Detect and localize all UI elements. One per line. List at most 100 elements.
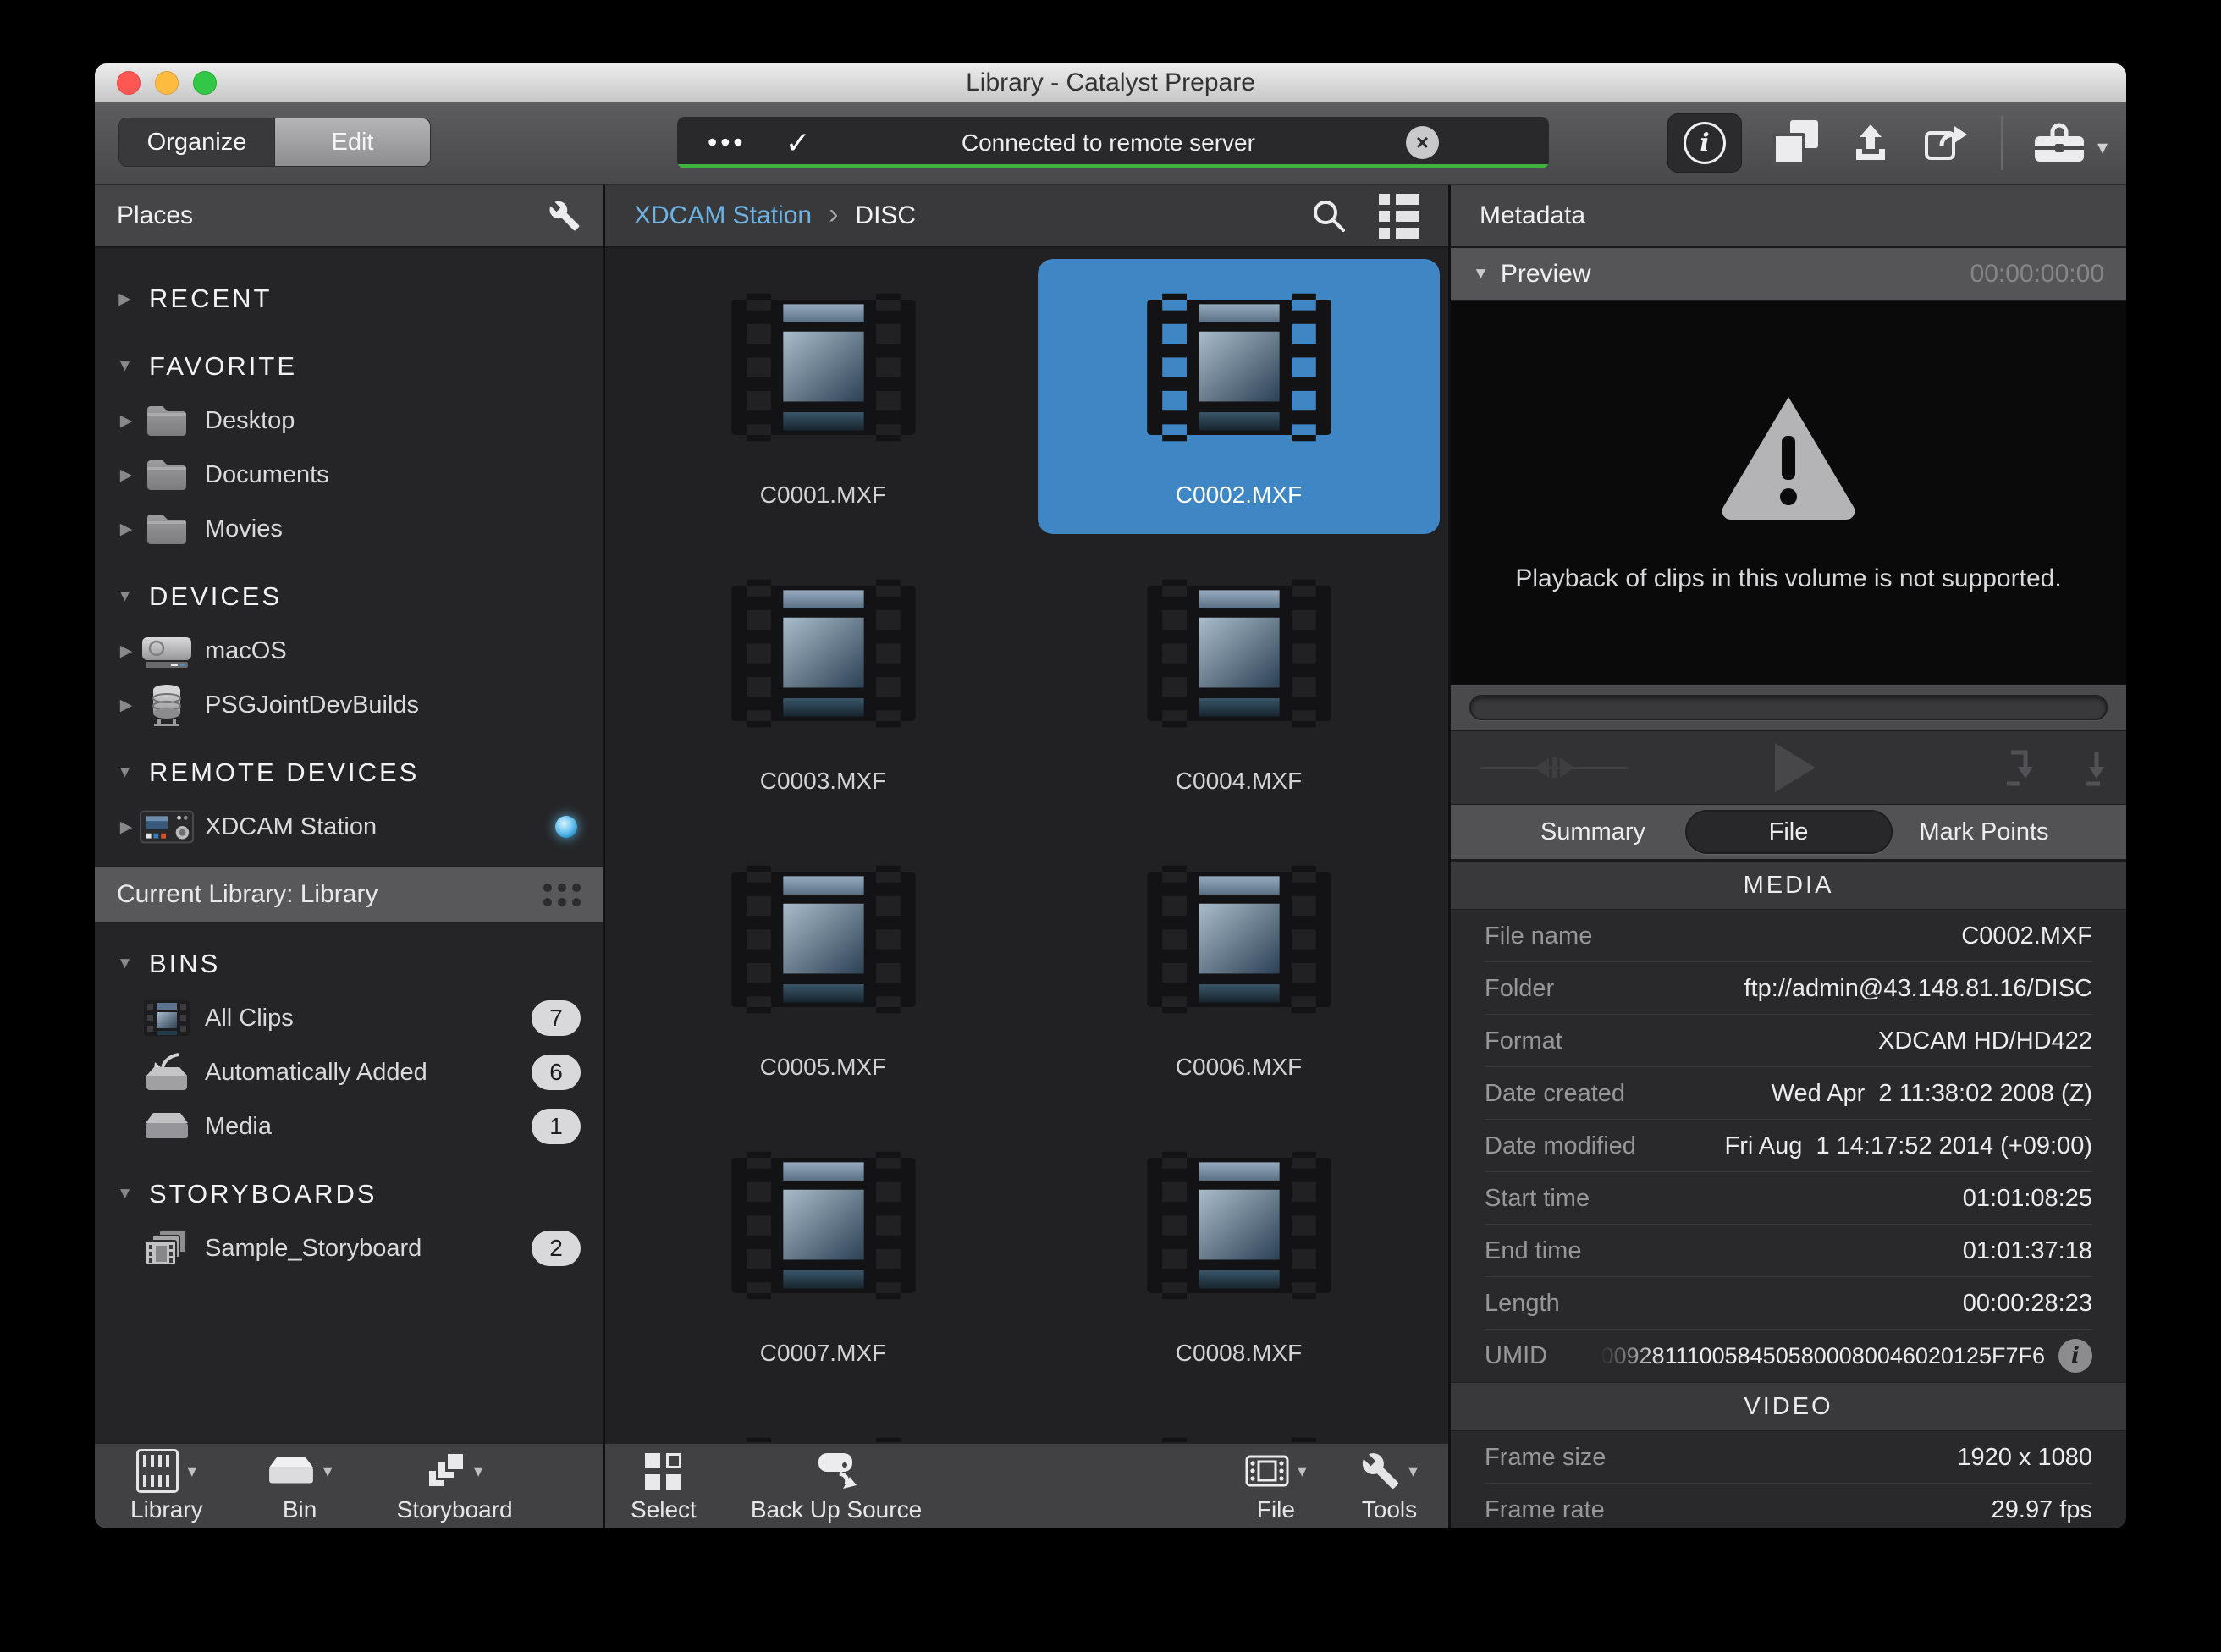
sidebar-section-favorite[interactable]: ▼ FAVORITE <box>95 339 603 394</box>
sidebar-item-macos[interactable]: ▶ macOS <box>95 624 603 678</box>
chevron-down-icon[interactable]: ▼ <box>113 357 139 376</box>
bin-dropdown-caret[interactable]: ▾ <box>323 1460 333 1482</box>
scrub-track[interactable] <box>1469 695 2108 720</box>
clip-tile-partial[interactable] <box>622 1403 1024 1442</box>
chevron-down-icon[interactable]: ▼ <box>113 1185 139 1203</box>
app-window: Library - Catalyst Prepare Organize Edit… <box>95 63 2126 1528</box>
chevron-down-icon[interactable]: ▼ <box>113 763 139 782</box>
clip-name: C0003.MXF <box>760 768 886 795</box>
clip-tile-partial[interactable] <box>1038 1403 1440 1442</box>
chevron-right-icon[interactable]: ▶ <box>113 465 139 485</box>
chevron-right-icon[interactable]: ▶ <box>113 696 139 715</box>
bin-button[interactable]: ▾ Bin <box>267 1449 333 1523</box>
share-icon[interactable] <box>1923 122 1970 164</box>
organize-mode-button[interactable]: Organize <box>119 118 274 166</box>
umid-info-icon[interactable]: i <box>2058 1339 2092 1373</box>
breadcrumb-parent-link[interactable]: XDCAM Station <box>634 201 812 230</box>
sidebar-item-automatically-added[interactable]: Automatically Added 6 <box>95 1045 603 1099</box>
edit-mode-button[interactable]: Edit <box>274 118 430 166</box>
copy-icon[interactable] <box>1772 120 1818 166</box>
back-up-source-button[interactable]: Back Up Source <box>751 1449 922 1523</box>
preview-section-header[interactable]: ▼ Preview 00:00:00:00 <box>1451 248 2126 301</box>
places-settings-wrench-icon[interactable] <box>548 200 581 232</box>
sidebar-item-psgjointdevbuilds[interactable]: ▶ PSGJointDevBuilds <box>95 678 603 732</box>
chevron-down-icon[interactable]: ▼ <box>1473 265 1489 284</box>
tab-mark-points[interactable]: Mark Points <box>1898 810 2071 854</box>
clip-tile[interactable]: C0003.MXF <box>622 545 1024 820</box>
storyboard-button[interactable]: ▾ Storyboard <box>397 1449 513 1523</box>
sidebar-item-documents[interactable]: ▶ Documents <box>95 448 603 502</box>
sidebar-item-desktop[interactable]: ▶ Desktop <box>95 394 603 448</box>
sidebar-item-xdcam-station[interactable]: ▶ XDCAM Station <box>95 800 603 854</box>
filmstrip-thumbnail-icon <box>718 864 929 1015</box>
mark-out-icon[interactable] <box>2074 748 2104 787</box>
toolbox-dropdown-caret[interactable]: ▾ <box>2097 135 2108 160</box>
clip-tile[interactable]: C0004.MXF <box>1038 545 1440 820</box>
playback-warning-text: Playback of clips in this volume is not … <box>1515 564 2061 593</box>
tab-summary[interactable]: Summary <box>1507 810 1680 854</box>
sidebar-section-devices[interactable]: ▼ DEVICES <box>95 570 603 624</box>
metadata-row-umid: UMID0092811100584505800080046020125F7F6 … <box>1451 1330 2126 1382</box>
info-button[interactable]: i <box>1667 113 1742 173</box>
close-window-button[interactable] <box>117 71 141 95</box>
clip-tile[interactable]: C0008.MXF <box>1038 1117 1440 1392</box>
metadata-row-start-time: Start time01:01:08:25 <box>1451 1172 2126 1225</box>
file-button[interactable]: ▾ File <box>1245 1449 1307 1523</box>
library-button[interactable]: ▾ Library <box>130 1449 203 1523</box>
shuttle-right-icon <box>1560 757 1574 778</box>
tools-button[interactable]: ▾ Tools <box>1361 1449 1418 1523</box>
shuttle-control[interactable] <box>1480 752 1629 783</box>
clip-name: C0002.MXF <box>1176 482 1302 509</box>
chevron-right-icon[interactable]: ▶ <box>113 520 139 539</box>
sidebar-item-all-clips[interactable]: All Clips 7 <box>95 991 603 1045</box>
breadcrumb-bar: XDCAM Station › DISC <box>605 185 1448 248</box>
clip-tile[interactable]: C0001.MXF <box>622 259 1024 534</box>
upload-icon[interactable] <box>1849 121 1893 165</box>
toolbox-icon[interactable] <box>2033 121 2086 165</box>
clip-tile[interactable]: C0006.MXF <box>1038 831 1440 1106</box>
filmstrip-thumbnail-icon <box>718 292 929 443</box>
status-dismiss-button[interactable]: × <box>1406 126 1439 159</box>
places-list: ▶ RECENT ▼ FAVORITE ▶ Desktop ▶ <box>95 248 603 1442</box>
library-dropdown-caret[interactable]: ▾ <box>187 1460 196 1482</box>
metadata-row-frame-size: Frame size1920 x 1080 <box>1451 1431 2126 1484</box>
sidebar-section-bins[interactable]: ▼ BINS <box>95 937 603 991</box>
sidebar-section-remote-devices[interactable]: ▼ REMOTE DEVICES <box>95 746 603 800</box>
metadata-header: Metadata <box>1451 185 2126 248</box>
search-icon[interactable] <box>1309 196 1348 235</box>
toolbar-actions: i ▾ <box>1667 113 2108 173</box>
clip-tile-selected[interactable]: C0002.MXF <box>1038 259 1440 534</box>
view-toggle-icon[interactable] <box>1379 194 1419 239</box>
sidebar-item-movies[interactable]: ▶ Movies <box>95 502 603 556</box>
current-library-bar[interactable]: Current Library: Library <box>95 866 603 923</box>
status-bar[interactable]: ••• ✓ Connected to remote server × <box>677 117 1549 168</box>
filmstrip-thumbnail-icon <box>1133 864 1345 1015</box>
chevron-right-icon[interactable]: ▶ <box>113 642 139 661</box>
mark-in-icon[interactable] <box>2003 748 2033 787</box>
metadata-row-frame-rate: Frame rate29.97 fps <box>1451 1484 2126 1528</box>
library-grid-icon[interactable] <box>543 884 581 906</box>
chevron-right-icon[interactable]: ▶ <box>113 818 139 837</box>
minimize-window-button[interactable] <box>155 71 179 95</box>
select-button[interactable]: Select <box>631 1449 697 1523</box>
chevron-right-icon[interactable]: ▶ <box>113 411 139 431</box>
tab-file[interactable]: File <box>1685 810 1893 854</box>
sidebar-item-sample-storyboard[interactable]: Sample_Storyboard 2 <box>95 1221 603 1275</box>
media-section-header: MEDIA <box>1451 861 2126 910</box>
clip-name: C0005.MXF <box>760 1054 886 1081</box>
chevron-right-icon[interactable]: ▶ <box>113 289 139 309</box>
status-more-icon[interactable]: ••• <box>708 127 747 158</box>
clip-tile[interactable]: C0005.MXF <box>622 831 1024 1106</box>
zoom-window-button[interactable] <box>193 71 217 95</box>
storyboard-dropdown-caret[interactable]: ▾ <box>474 1460 483 1482</box>
play-button[interactable] <box>1775 743 1816 792</box>
sidebar-section-recent[interactable]: ▶ RECENT <box>95 272 603 326</box>
chevron-down-icon[interactable]: ▼ <box>113 955 139 973</box>
filmstrip-thumbnail-icon <box>718 1436 929 1442</box>
tools-dropdown-caret[interactable]: ▾ <box>1408 1460 1418 1482</box>
clip-tile[interactable]: C0007.MXF <box>622 1117 1024 1392</box>
sidebar-item-media[interactable]: Media 1 <box>95 1099 603 1154</box>
chevron-down-icon[interactable]: ▼ <box>113 587 139 606</box>
sidebar-section-storyboards[interactable]: ▼ STORYBOARDS <box>95 1167 603 1221</box>
file-dropdown-caret[interactable]: ▾ <box>1298 1460 1307 1482</box>
